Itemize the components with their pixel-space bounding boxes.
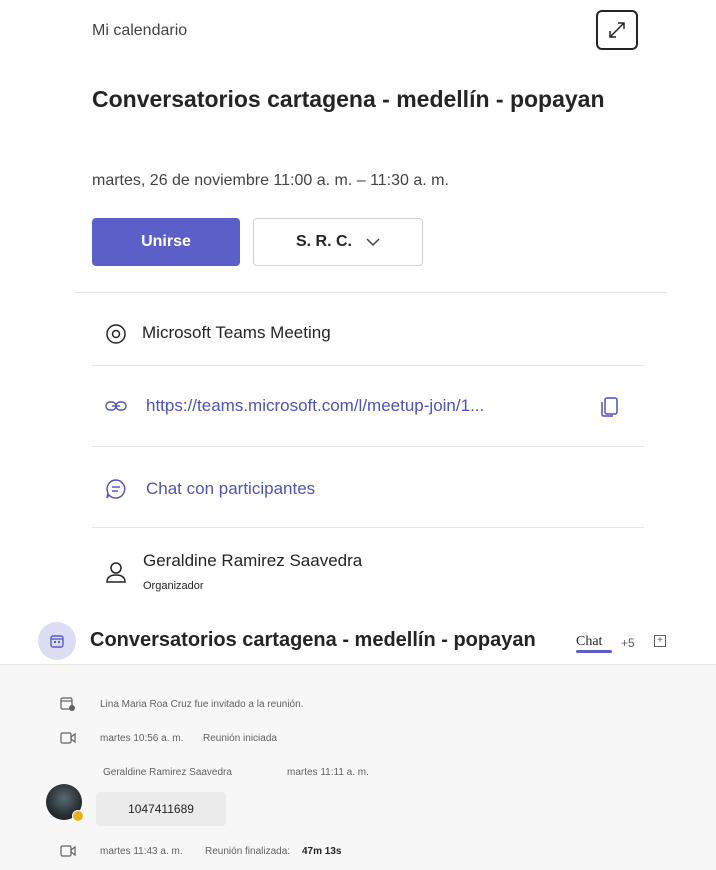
divider [92,446,644,447]
meeting-time: martes, 26 de noviembre 11:00 a. m. – 11… [92,172,449,189]
organizer-role: Organizador [143,580,204,592]
organizer-name: Geraldine Ramirez Saavedra [143,551,363,570]
presence-away-icon [72,810,84,822]
message-time: martes 11:11 a. m. [287,767,369,778]
end-event-duration: 47m 13s [302,846,342,857]
more-tabs-count[interactable]: +5 [621,636,635,650]
calendar-icon [50,635,64,648]
rsvp-label: S. R. C. [295,233,352,250]
join-button[interactable]: Unirse [92,218,240,266]
location-text: Microsoft Teams Meeting [142,323,331,342]
divider [0,664,716,665]
video-icon [60,843,76,864]
message-sender: Geraldine Ramirez Saavedra [103,767,232,778]
rsvp-button[interactable]: S. R. C. [253,218,423,266]
meeting-link[interactable]: https://teams.microsoft.com/l/meetup-joi… [146,396,484,416]
expand-button[interactable] [596,10,638,50]
copy-link-button[interactable] [598,394,622,418]
meeting-title: Conversatorios cartagena - medellín - po… [92,86,605,112]
add-tab-button[interactable]: + [654,635,666,647]
calendar-label: Mi calendario [92,22,188,39]
tab-chat-indicator [576,650,612,653]
location-icon [104,322,128,346]
divider [92,365,644,366]
chat-title: Conversatorios cartagena - medellín - po… [90,629,536,651]
person-icon [104,560,128,584]
copy-icon [601,397,618,417]
chevron-down-icon [366,238,380,247]
chat-icon [104,477,128,501]
end-event-text: Reunión finalizada: [205,846,291,857]
calendar-add-icon [60,696,76,717]
start-event-time: martes 10:56 a. m. [100,733,184,744]
chat-participants-link[interactable]: Chat con participantes [146,479,315,499]
tab-chat[interactable]: Chat [576,634,602,650]
divider [74,292,666,293]
expand-icon [609,22,625,38]
link-icon [104,394,128,418]
end-event-time: martes 11:43 a. m. [100,846,183,857]
divider [92,527,644,528]
video-icon [60,730,76,751]
invite-event-text: Lina Maria Roa Cruz fue invitado a la re… [100,699,304,710]
start-event-text: Reunión iniciada [203,733,277,744]
message-bubble[interactable]: 1047411689 [96,792,226,826]
meeting-chat-avatar [38,622,76,660]
message-text: 1047411689 [128,802,194,816]
